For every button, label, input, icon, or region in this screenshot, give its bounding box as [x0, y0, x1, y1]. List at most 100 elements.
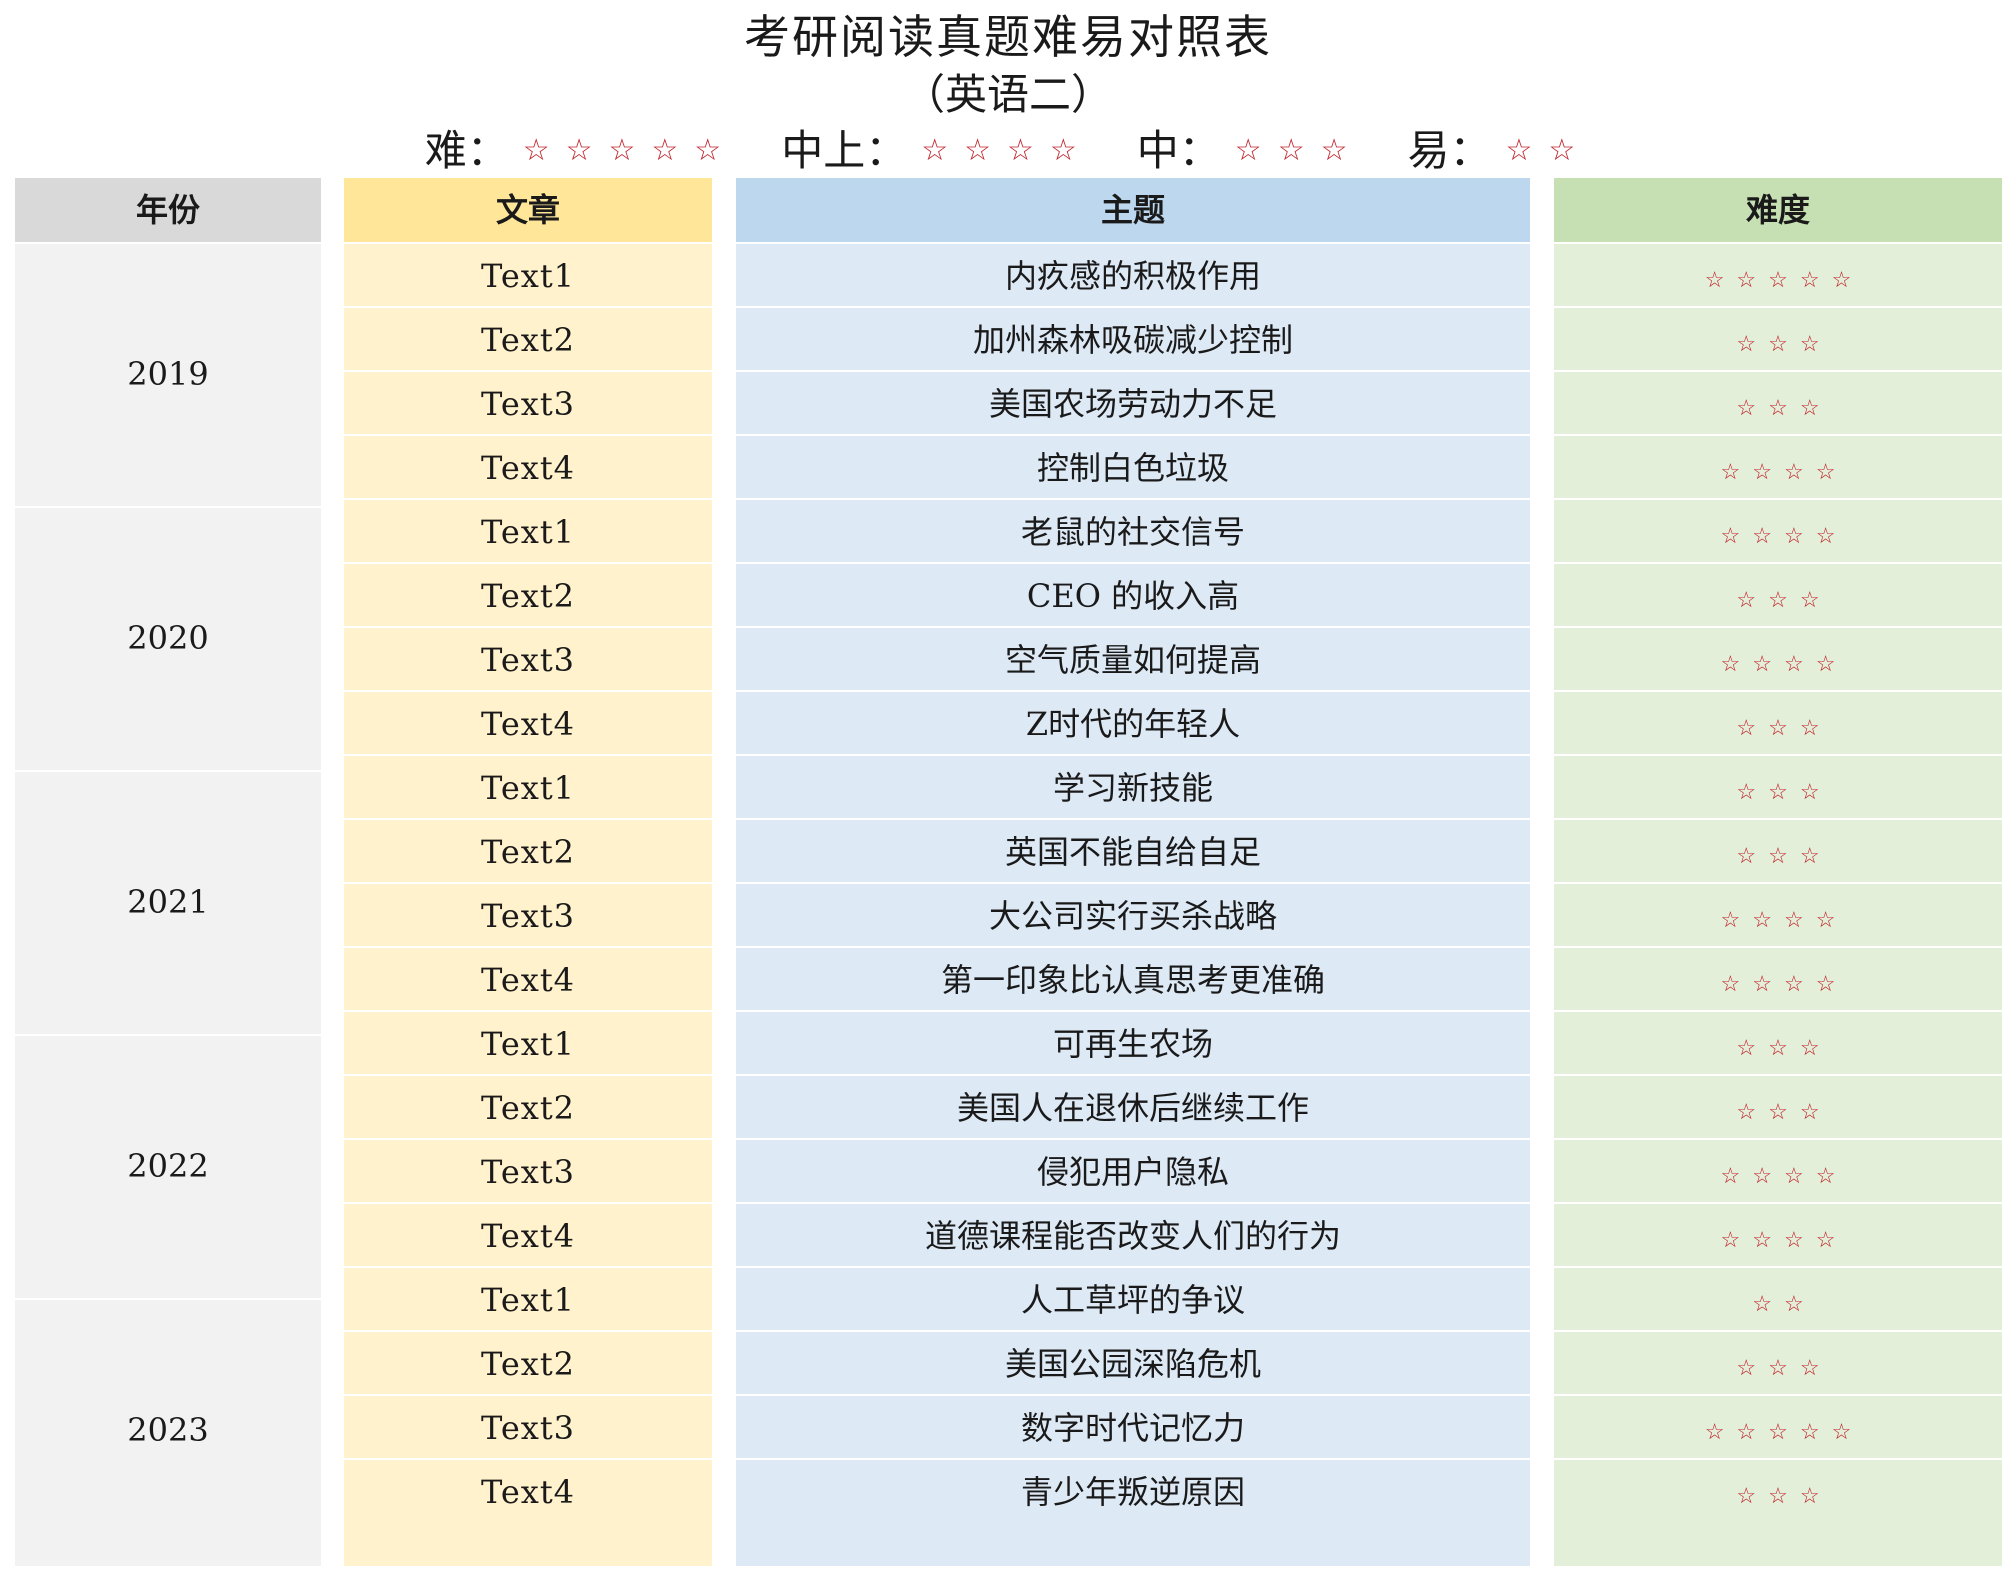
- topic-cell: 内疚感的积极作用: [736, 242, 1530, 306]
- difficulty-cell: ☆☆☆: [1554, 562, 2002, 626]
- text-cell: Text3: [344, 626, 712, 690]
- difficulty-cell: ☆☆☆☆☆: [1554, 1394, 2002, 1458]
- topic-cell: 老鼠的社交信号: [736, 498, 1530, 562]
- text-cell: Text2: [344, 818, 712, 882]
- star-rating-icon: ☆☆☆☆☆: [522, 133, 738, 168]
- star-rating-icon: ☆☆☆☆: [1720, 908, 1848, 933]
- text-cell: Text2: [344, 1330, 712, 1394]
- year-column: 年份 2019 2020 2021 2022 2023: [15, 178, 321, 1566]
- topic-cell: 数字时代记忆力: [736, 1394, 1530, 1458]
- star-rating-icon: ☆☆☆: [1736, 1036, 1832, 1061]
- text-cell: Text1: [344, 498, 712, 562]
- star-rating-icon: ☆☆☆: [1736, 1100, 1832, 1125]
- text-cell: Text2: [344, 562, 712, 626]
- difficulty-cell: ☆☆☆☆: [1554, 946, 2002, 1010]
- difficulty-cell: ☆☆☆: [1554, 306, 2002, 370]
- text-cell: Text4: [344, 1202, 712, 1266]
- difficulty-cell: ☆☆☆: [1554, 754, 2002, 818]
- star-rating-icon: ☆☆☆: [1736, 1356, 1832, 1381]
- difficulty-cell: ☆☆☆☆☆: [1554, 242, 2002, 306]
- topic-cell: 加州森林吸碳减少控制: [736, 306, 1530, 370]
- text-cell: Text4: [344, 1458, 712, 1522]
- text-cell: Text4: [344, 690, 712, 754]
- star-rating-icon: ☆☆☆: [1736, 332, 1832, 357]
- year-cell: 2022: [15, 1034, 321, 1298]
- topic-cell: 可再生农场: [736, 1010, 1530, 1074]
- star-rating-icon: ☆☆☆☆: [921, 133, 1093, 168]
- star-rating-icon: ☆☆☆☆: [1720, 460, 1848, 485]
- star-rating-icon: ☆☆: [1505, 133, 1592, 168]
- star-rating-icon: ☆☆☆: [1736, 716, 1832, 741]
- star-rating-icon: ☆☆☆: [1736, 1484, 1832, 1509]
- text-cell: Text3: [344, 1138, 712, 1202]
- topic-cell: 青少年叛逆原因: [736, 1458, 1530, 1522]
- star-rating-icon: ☆☆☆☆: [1720, 1164, 1848, 1189]
- legend-label: 难：: [424, 126, 509, 175]
- text-cell: Text2: [344, 306, 712, 370]
- difficulty-cell: ☆☆☆: [1554, 1330, 2002, 1394]
- difficulty-cell: ☆☆☆☆: [1554, 1202, 2002, 1266]
- topic-cell: 空气质量如何提高: [736, 626, 1530, 690]
- year-cell: 2019: [15, 242, 321, 506]
- text-cell: Text4: [344, 946, 712, 1010]
- legend-item-upper-medium: 中上： ☆☆☆☆: [781, 120, 1093, 182]
- topic-cell: 道德课程能否改变人们的行为: [736, 1202, 1530, 1266]
- text-cell: Text1: [344, 242, 712, 306]
- text-cell: Text1: [344, 1010, 712, 1074]
- difficulty-cell: ☆☆☆: [1554, 1074, 2002, 1138]
- star-rating-icon: ☆☆☆: [1736, 844, 1832, 869]
- text-cell: Text3: [344, 370, 712, 434]
- difficulty-cell: ☆☆☆: [1554, 818, 2002, 882]
- difficulty-cell: ☆☆☆☆: [1554, 1138, 2002, 1202]
- difficulty-cell: ☆☆☆: [1554, 690, 2002, 754]
- legend-item-easy: 易： ☆☆: [1407, 120, 1591, 182]
- header-text: 文章: [344, 178, 712, 242]
- star-rating-icon: ☆☆☆☆: [1720, 524, 1848, 549]
- legend-item-medium: 中： ☆☆☆: [1137, 120, 1364, 182]
- text-cell: Text4: [344, 434, 712, 498]
- star-rating-icon: ☆☆☆☆: [1720, 652, 1848, 677]
- text-cell: Text1: [344, 1266, 712, 1330]
- text-column: 文章 Text1 Text2 Text3 Text4 Text1 Text2 Text3 Te…: [344, 178, 712, 1566]
- header-difficulty: 难度: [1554, 178, 2002, 242]
- difficulty-legend: 难： ☆☆☆☆☆ 中上： ☆☆☆☆ 中： ☆☆☆ 易： ☆☆: [0, 120, 2016, 182]
- star-rating-icon: ☆☆☆☆☆: [1704, 268, 1864, 293]
- difficulty-cell: ☆☆☆: [1554, 1458, 2002, 1522]
- text-cell: Text1: [344, 754, 712, 818]
- page-title: 考研阅读真题难易对照表: [744, 10, 1272, 64]
- star-rating-icon: ☆☆☆: [1234, 133, 1364, 168]
- topic-cell: 美国农场劳动力不足: [736, 370, 1530, 434]
- topic-cell: 大公司实行买杀战略: [736, 882, 1530, 946]
- legend-item-hard: 难： ☆☆☆☆☆: [425, 120, 738, 182]
- difficulty-cell: ☆☆☆: [1554, 370, 2002, 434]
- star-rating-icon: ☆☆☆: [1736, 396, 1832, 421]
- topic-cell: 学习新技能: [736, 754, 1530, 818]
- difficulty-cell: ☆☆☆☆: [1554, 626, 2002, 690]
- topic-cell: 人工草坪的争议: [736, 1266, 1530, 1330]
- topic-cell: 第一印象比认真思考更准确: [736, 946, 1530, 1010]
- difficulty-cell: ☆☆☆: [1554, 1010, 2002, 1074]
- star-rating-icon: ☆☆☆☆: [1720, 1228, 1848, 1253]
- topic-cell: 侵犯用户隐私: [736, 1138, 1530, 1202]
- year-cell: 2021: [15, 770, 321, 1034]
- topic-cell: 英国不能自给自足: [736, 818, 1530, 882]
- legend-label: 中：: [1136, 126, 1221, 175]
- difficulty-cell: ☆☆☆☆: [1554, 498, 2002, 562]
- text-cell: Text3: [344, 882, 712, 946]
- star-rating-icon: ☆☆☆: [1736, 780, 1832, 805]
- difficulty-column: 难度 ☆☆☆☆☆ ☆☆☆ ☆☆☆ ☆☆☆☆ ☆☆☆☆ ☆☆☆ ☆☆☆☆ ☆☆☆ ☆☆☆ ☆☆☆ ☆☆…: [1554, 178, 2002, 1566]
- text-cell: Text2: [344, 1074, 712, 1138]
- year-cell: 2020: [15, 506, 321, 770]
- topic-cell: CEO 的收入高: [736, 562, 1530, 626]
- page-subtitle: （英语二）: [902, 70, 1113, 119]
- header-topic: 主题: [736, 178, 1530, 242]
- topic-column: 主题 内疚感的积极作用 加州森林吸碳减少控制 美国农场劳动力不足 控制白色垃圾 老鼠的社…: [736, 178, 1530, 1566]
- topic-cell: 美国人在退休后继续工作: [736, 1074, 1530, 1138]
- star-rating-icon: ☆☆☆☆: [1720, 972, 1848, 997]
- legend-label: 易：: [1407, 126, 1492, 175]
- star-rating-icon: ☆☆☆: [1736, 588, 1832, 613]
- legend-label: 中上：: [781, 126, 908, 175]
- difficulty-cell: ☆☆☆☆: [1554, 882, 2002, 946]
- difficulty-cell: ☆☆☆☆: [1554, 434, 2002, 498]
- topic-cell: 控制白色垃圾: [736, 434, 1530, 498]
